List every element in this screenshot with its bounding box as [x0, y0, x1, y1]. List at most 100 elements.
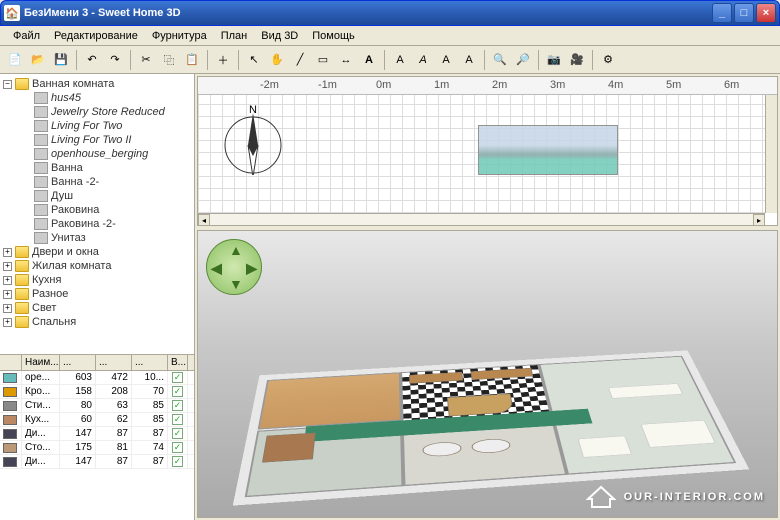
text-size-dn-icon[interactable]: A: [458, 49, 480, 71]
visibility-checkbox[interactable]: ✓: [172, 386, 183, 397]
zoom-in-icon[interactable]: 🔍: [489, 49, 511, 71]
tree-item[interactable]: Jewelry Store Reduced: [3, 105, 191, 119]
object-icon: [34, 190, 48, 202]
tree-item[interactable]: Раковина -2-: [3, 217, 191, 231]
menu-file[interactable]: Файл: [6, 28, 47, 44]
col-1[interactable]: ...: [60, 355, 96, 370]
tree-folder[interactable]: +Двери и окна: [3, 245, 191, 259]
expand-icon[interactable]: +: [3, 276, 12, 285]
expand-icon[interactable]: +: [3, 248, 12, 257]
table-row[interactable]: Сто...1758174✓: [0, 441, 194, 455]
visibility-checkbox[interactable]: ✓: [172, 372, 183, 383]
menu-edit[interactable]: Редактирование: [47, 28, 145, 44]
visibility-checkbox[interactable]: ✓: [172, 400, 183, 411]
col-3[interactable]: ...: [132, 355, 168, 370]
tree-folder[interactable]: +Спальня: [3, 315, 191, 329]
undo-icon[interactable]: ↶: [81, 49, 103, 71]
zoom-out-icon[interactable]: 🔎: [512, 49, 534, 71]
plan-model-preview[interactable]: [478, 125, 618, 175]
open-file-icon[interactable]: 📂: [27, 49, 49, 71]
expand-icon[interactable]: +: [3, 304, 12, 313]
add-furniture-icon[interactable]: ＋: [212, 49, 234, 71]
dimension-icon[interactable]: ↔: [335, 49, 357, 71]
nav-right-icon[interactable]: ▶: [246, 260, 257, 277]
visibility-checkbox[interactable]: ✓: [172, 442, 183, 453]
compass-icon[interactable]: N: [218, 105, 288, 175]
table-row[interactable]: Кро...15820870✓: [0, 385, 194, 399]
tree-item[interactable]: Раковина: [3, 203, 191, 217]
table-row[interactable]: Сти...806385✓: [0, 399, 194, 413]
text-style2-icon[interactable]: A: [412, 49, 434, 71]
copy-icon[interactable]: ⿻: [158, 49, 180, 71]
tree-folder[interactable]: +Свет: [3, 301, 191, 315]
table-row[interactable]: Кух...606285✓: [0, 413, 194, 427]
scroll-left-icon[interactable]: ◂: [198, 214, 210, 226]
nav-down-icon[interactable]: ▼: [229, 276, 243, 292]
tree-item[interactable]: Living For Two II: [3, 133, 191, 147]
object-icon: [34, 106, 48, 118]
menu-furniture[interactable]: Фурнитура: [145, 28, 214, 44]
expand-icon[interactable]: +: [3, 262, 12, 271]
nav-up-icon[interactable]: ▲: [229, 242, 243, 258]
text-style1-icon[interactable]: A: [389, 49, 411, 71]
furniture-table[interactable]: Наим... ... ... ... В... оре...60347210.…: [0, 354, 194, 520]
menu-3d-view[interactable]: Вид 3D: [254, 28, 305, 44]
save-icon[interactable]: 💾: [50, 49, 72, 71]
cell-val: 63: [96, 399, 132, 412]
visibility-checkbox[interactable]: ✓: [172, 414, 183, 425]
tree-item[interactable]: Душ: [3, 189, 191, 203]
scrollbar-vertical[interactable]: [765, 95, 777, 213]
cell-val: 74: [132, 441, 168, 454]
expand-icon[interactable]: +: [3, 290, 12, 299]
menu-bar: Файл Редактирование Фурнитура План Вид 3…: [0, 26, 780, 46]
view-3d[interactable]: ▲ ▼ ◀ ▶: [197, 230, 778, 518]
tree-folder[interactable]: +Кухня: [3, 273, 191, 287]
tree-item[interactable]: Ванна: [3, 161, 191, 175]
camera-icon[interactable]: 📷: [543, 49, 565, 71]
cut-icon[interactable]: ✂: [135, 49, 157, 71]
col-visible[interactable]: В...: [168, 355, 188, 370]
table-header[interactable]: Наим... ... ... ... В...: [0, 355, 194, 371]
menu-help[interactable]: Помощь: [305, 28, 362, 44]
table-row[interactable]: оре...60347210...✓: [0, 371, 194, 385]
tree-item[interactable]: Унитаз: [3, 231, 191, 245]
tree-label: Ванна: [51, 162, 83, 174]
scroll-right-icon[interactable]: ▸: [753, 214, 765, 226]
tree-item[interactable]: hus45: [3, 91, 191, 105]
tree-item[interactable]: Ванна -2-: [3, 175, 191, 189]
col-name[interactable]: Наим...: [22, 355, 60, 370]
menu-plan[interactable]: План: [214, 28, 255, 44]
table-row[interactable]: Ди...1478787✓: [0, 427, 194, 441]
wall-icon[interactable]: ╱: [289, 49, 311, 71]
preferences-icon[interactable]: ⚙: [597, 49, 619, 71]
minimize-button[interactable]: _: [712, 3, 732, 23]
room-icon[interactable]: ▭: [312, 49, 334, 71]
visibility-checkbox[interactable]: ✓: [172, 456, 183, 467]
expand-icon[interactable]: +: [3, 318, 12, 327]
pan-icon[interactable]: ✋: [266, 49, 288, 71]
select-icon[interactable]: ↖: [243, 49, 265, 71]
nav-left-icon[interactable]: ◀: [211, 260, 222, 277]
tree-root-bathroom[interactable]: − Ванная комната: [3, 77, 191, 91]
tree-item[interactable]: Living For Two: [3, 119, 191, 133]
tree-folder[interactable]: +Жилая комната: [3, 259, 191, 273]
object-icon: [34, 134, 48, 146]
close-button[interactable]: ×: [756, 3, 776, 23]
video-icon[interactable]: 🎥: [566, 49, 588, 71]
paste-icon[interactable]: 📋: [181, 49, 203, 71]
text-size-up-icon[interactable]: A: [435, 49, 457, 71]
navigation-control[interactable]: ▲ ▼ ◀ ▶: [206, 239, 262, 295]
text-icon[interactable]: A: [358, 49, 380, 71]
col-2[interactable]: ...: [96, 355, 132, 370]
redo-icon[interactable]: ↷: [104, 49, 126, 71]
catalog-tree[interactable]: − Ванная комната hus45Jewelry Store Redu…: [0, 74, 194, 354]
table-row[interactable]: Ди...1478787✓: [0, 455, 194, 469]
maximize-button[interactable]: □: [734, 3, 754, 23]
collapse-icon[interactable]: −: [3, 80, 12, 89]
tree-folder[interactable]: +Разное: [3, 287, 191, 301]
new-file-icon[interactable]: 📄: [4, 49, 26, 71]
scrollbar-horizontal[interactable]: ◂ ▸: [198, 213, 765, 225]
tree-item[interactable]: openhouse_berging: [3, 147, 191, 161]
plan-view-2d[interactable]: -2m -1m 0m 1m 2m 3m 4m 5m 6m N ◂ ▸: [197, 76, 778, 226]
visibility-checkbox[interactable]: ✓: [172, 428, 183, 439]
